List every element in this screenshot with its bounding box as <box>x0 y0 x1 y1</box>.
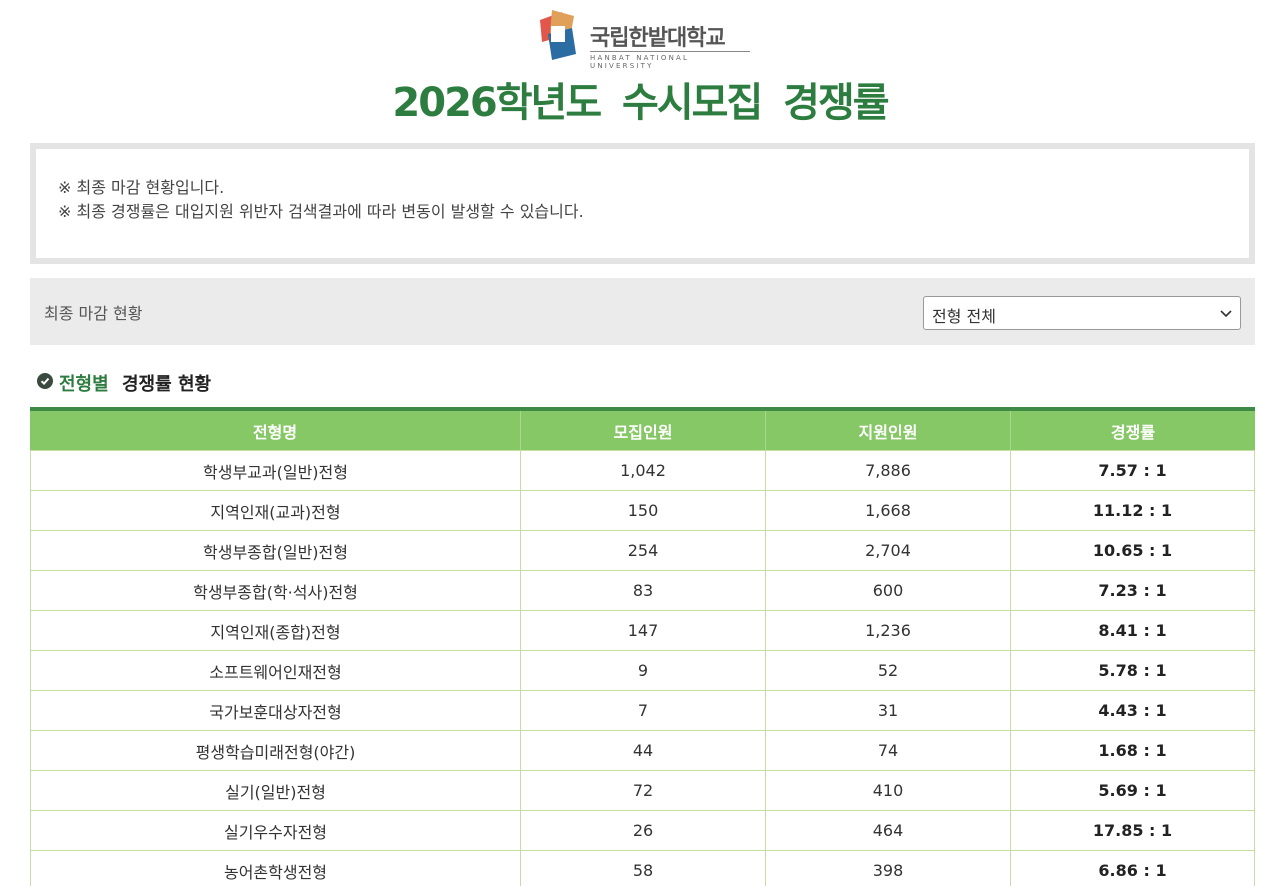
applicants-cell: 2,704 <box>765 531 1010 570</box>
chevron-down-icon <box>1220 310 1232 318</box>
admission-type-cell: 소프트웨어인재전형 <box>30 651 520 690</box>
university-logo[interactable]: 국립한밭대학교 HANBAT NATIONAL UNIVERSITY <box>534 8 754 70</box>
column-header-applicants: 지원인원 <box>765 411 1010 450</box>
table-row: 학생부종합(학·석사)전형 83 600 7.23 : 1 <box>30 571 1255 611</box>
filter-bar: 최종 마감 현황 전형 전체 <box>30 278 1255 345</box>
ratio-cell: 6.86 : 1 <box>1010 851 1255 886</box>
table-row: 소프트웨어인재전형 9 52 5.78 : 1 <box>30 651 1255 691</box>
admission-type-cell: 학생부교과(일반)전형 <box>30 451 520 490</box>
notice-line-2: ※ 최종 경쟁률은 대입지원 위반자 검색결과에 따라 변동이 발생할 수 있습… <box>58 202 584 221</box>
quota-cell: 254 <box>520 531 765 570</box>
applicants-cell: 74 <box>765 731 1010 770</box>
quota-cell: 44 <box>520 731 765 770</box>
applicants-cell: 1,236 <box>765 611 1010 650</box>
page-title: 2026학년도 수시모집 경쟁률 <box>392 80 889 126</box>
ratio-cell: 5.69 : 1 <box>1010 771 1255 810</box>
quota-cell: 1,042 <box>520 451 765 490</box>
table-row: 농어촌학생전형 58 398 6.86 : 1 <box>30 851 1255 886</box>
admission-type-cell: 국가보훈대상자전형 <box>30 691 520 730</box>
quota-cell: 9 <box>520 651 765 690</box>
admission-type-select-value: 전형 전체 <box>932 307 996 326</box>
admission-type-cell: 평생학습미래전형(야간) <box>30 731 520 770</box>
ratio-cell: 11.12 : 1 <box>1010 491 1255 530</box>
applicants-cell: 398 <box>765 851 1010 886</box>
column-header-ratio: 경쟁률 <box>1010 411 1255 450</box>
applicants-cell: 31 <box>765 691 1010 730</box>
quota-cell: 26 <box>520 811 765 850</box>
ratio-cell: 7.57 : 1 <box>1010 451 1255 490</box>
applicants-cell: 600 <box>765 571 1010 610</box>
ratio-cell: 7.23 : 1 <box>1010 571 1255 610</box>
ratio-cell: 10.65 : 1 <box>1010 531 1255 570</box>
logo-mark-icon <box>540 10 576 60</box>
table-header-row: 전형명 모집인원 지원인원 경쟁률 <box>30 411 1255 451</box>
quota-cell: 147 <box>520 611 765 650</box>
notice-box: ※ 최종 마감 현황입니다. ※ 최종 경쟁률은 대입지원 위반자 검색결과에 … <box>30 143 1255 264</box>
quota-cell: 83 <box>520 571 765 610</box>
ratio-cell: 4.43 : 1 <box>1010 691 1255 730</box>
admission-type-cell: 농어촌학생전형 <box>30 851 520 886</box>
admission-type-cell: 학생부종합(일반)전형 <box>30 531 520 570</box>
check-circle-icon <box>37 373 53 389</box>
admission-type-cell: 지역인재(교과)전형 <box>30 491 520 530</box>
admission-type-cell: 실기(일반)전형 <box>30 771 520 810</box>
admission-type-cell: 학생부종합(학·석사)전형 <box>30 571 520 610</box>
applicants-cell: 464 <box>765 811 1010 850</box>
table-row: 지역인재(종합)전형 147 1,236 8.41 : 1 <box>30 611 1255 651</box>
applicants-cell: 52 <box>765 651 1010 690</box>
admission-type-select[interactable]: 전형 전체 <box>923 296 1241 330</box>
applicants-cell: 7,886 <box>765 451 1010 490</box>
filter-label: 최종 마감 현황 <box>44 304 143 323</box>
applicants-cell: 1,668 <box>765 491 1010 530</box>
quota-cell: 7 <box>520 691 765 730</box>
quota-cell: 58 <box>520 851 765 886</box>
applicants-cell: 410 <box>765 771 1010 810</box>
table-row: 국가보훈대상자전형 7 31 4.43 : 1 <box>30 691 1255 731</box>
notice-line-1: ※ 최종 마감 현황입니다. <box>58 178 225 197</box>
table-row: 학생부종합(일반)전형 254 2,704 10.65 : 1 <box>30 531 1255 571</box>
ratio-cell: 8.41 : 1 <box>1010 611 1255 650</box>
section-heading-text: 경쟁률 현황 <box>122 374 212 395</box>
table-row: 지역인재(교과)전형 150 1,668 11.12 : 1 <box>30 491 1255 531</box>
column-header-name: 전형명 <box>252 422 298 442</box>
table-row: 실기우수자전형 26 464 17.85 : 1 <box>30 811 1255 851</box>
table-row: 학생부교과(일반)전형 1,042 7,886 7.57 : 1 <box>30 451 1255 491</box>
quota-cell: 72 <box>520 771 765 810</box>
ratio-cell: 5.78 : 1 <box>1010 651 1255 690</box>
logo-subtitle: HANBAT NATIONAL UNIVERSITY <box>590 54 690 70</box>
ratio-cell: 1.68 : 1 <box>1010 731 1255 770</box>
column-header-quota: 모집인원 <box>520 411 765 450</box>
competition-table: 전형명 모집인원 지원인원 경쟁률 학생부교과(일반)전형 1,042 7,88… <box>30 407 1255 886</box>
ratio-cell: 17.85 : 1 <box>1010 811 1255 850</box>
section-heading-highlight: 전형별 <box>59 374 109 395</box>
quota-cell: 150 <box>520 491 765 530</box>
logo-name: 국립한밭대학교 <box>590 26 726 51</box>
table-row: 평생학습미래전형(야간) 44 74 1.68 : 1 <box>30 731 1255 771</box>
admission-type-cell: 지역인재(종합)전형 <box>30 611 520 650</box>
admission-type-cell: 실기우수자전형 <box>30 811 520 850</box>
logo-divider <box>590 51 750 52</box>
table-row: 실기(일반)전형 72 410 5.69 : 1 <box>30 771 1255 811</box>
